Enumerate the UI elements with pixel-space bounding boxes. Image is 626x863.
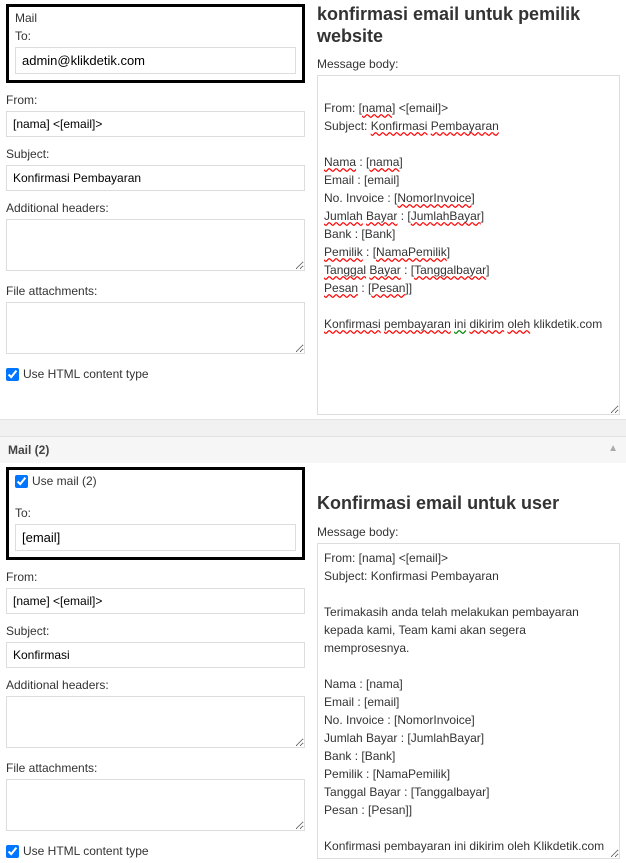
mail2-left: Use mail (2) To: From: Subject: Addition…	[6, 467, 313, 859]
mail2-panel-title: Mail (2)	[8, 443, 49, 457]
mail2-from-label: From:	[6, 570, 305, 584]
mail1-headers-label: Additional headers:	[6, 201, 305, 215]
mail2-subject-input[interactable]	[6, 642, 305, 668]
mail1-subject-label: Subject:	[6, 147, 305, 161]
mail2-htmltype-label: Use HTML content type	[23, 844, 149, 858]
mail2-headers-textarea[interactable]	[6, 696, 305, 748]
right2-msg-body[interactable]: From: [nama] <[email]> Subject: Konfirma…	[317, 543, 620, 859]
right1-msg-body[interactable]: From: [nama] <[email]> Subject: Konfirma…	[317, 75, 620, 415]
right1-msg-content: From: [nama] <[email]> Subject: Konfirma…	[324, 81, 613, 351]
mail1-attach-textarea[interactable]	[6, 302, 305, 354]
mail1-right: konfirmasi email untuk pemilik website M…	[313, 4, 620, 415]
mail2-usemail-checkbox[interactable]	[15, 475, 28, 488]
collapse-icon[interactable]: ▲	[608, 443, 618, 454]
mail1-subject-input[interactable]	[6, 165, 305, 191]
right2-heading: Konfirmasi email untuk user	[317, 493, 620, 515]
right1-heading: konfirmasi email untuk pemilik website	[317, 4, 620, 47]
mail2-attach-label: File attachments:	[6, 761, 305, 775]
mail2-highlight-box: Use mail (2) To:	[6, 467, 305, 560]
section-divider	[0, 419, 626, 437]
mail-section-1: Mail To: From: Subject: Additional heade…	[0, 0, 626, 419]
mail1-from-input[interactable]	[6, 111, 305, 137]
mail2-right: Konfirmasi email untuk user Message body…	[313, 467, 620, 859]
mail1-from-label: From:	[6, 93, 305, 107]
mail1-legend: Mail	[15, 11, 296, 25]
mail1-to-label: To:	[15, 29, 296, 43]
mail2-to-input[interactable]	[15, 524, 296, 551]
mail1-htmltype-checkbox[interactable]	[6, 368, 19, 381]
mail2-htmltype-checkbox[interactable]	[6, 845, 19, 858]
mail2-attach-textarea[interactable]	[6, 779, 305, 831]
mail1-to-input[interactable]	[15, 47, 296, 74]
mail1-attach-label: File attachments:	[6, 284, 305, 298]
mail1-headers-textarea[interactable]	[6, 219, 305, 271]
right2-msg-content: From: [nama] <[email]> Subject: Konfirma…	[324, 549, 613, 855]
mail2-panel-header[interactable]: Mail (2) ▲	[0, 437, 626, 463]
mail2-from-input[interactable]	[6, 588, 305, 614]
mail2-subject-label: Subject:	[6, 624, 305, 638]
right2-msg-label: Message body:	[317, 525, 620, 539]
mail2-to-label: To:	[15, 506, 296, 520]
mail-section-2: Use mail (2) To: From: Subject: Addition…	[0, 463, 626, 863]
right1-msg-label: Message body:	[317, 57, 620, 71]
mail1-htmltype-label: Use HTML content type	[23, 367, 149, 381]
mail1-left: Mail To: From: Subject: Additional heade…	[6, 4, 313, 415]
mail2-headers-label: Additional headers:	[6, 678, 305, 692]
mail1-highlight-box: Mail To:	[6, 4, 305, 83]
mail2-usemail-label: Use mail (2)	[32, 474, 97, 488]
